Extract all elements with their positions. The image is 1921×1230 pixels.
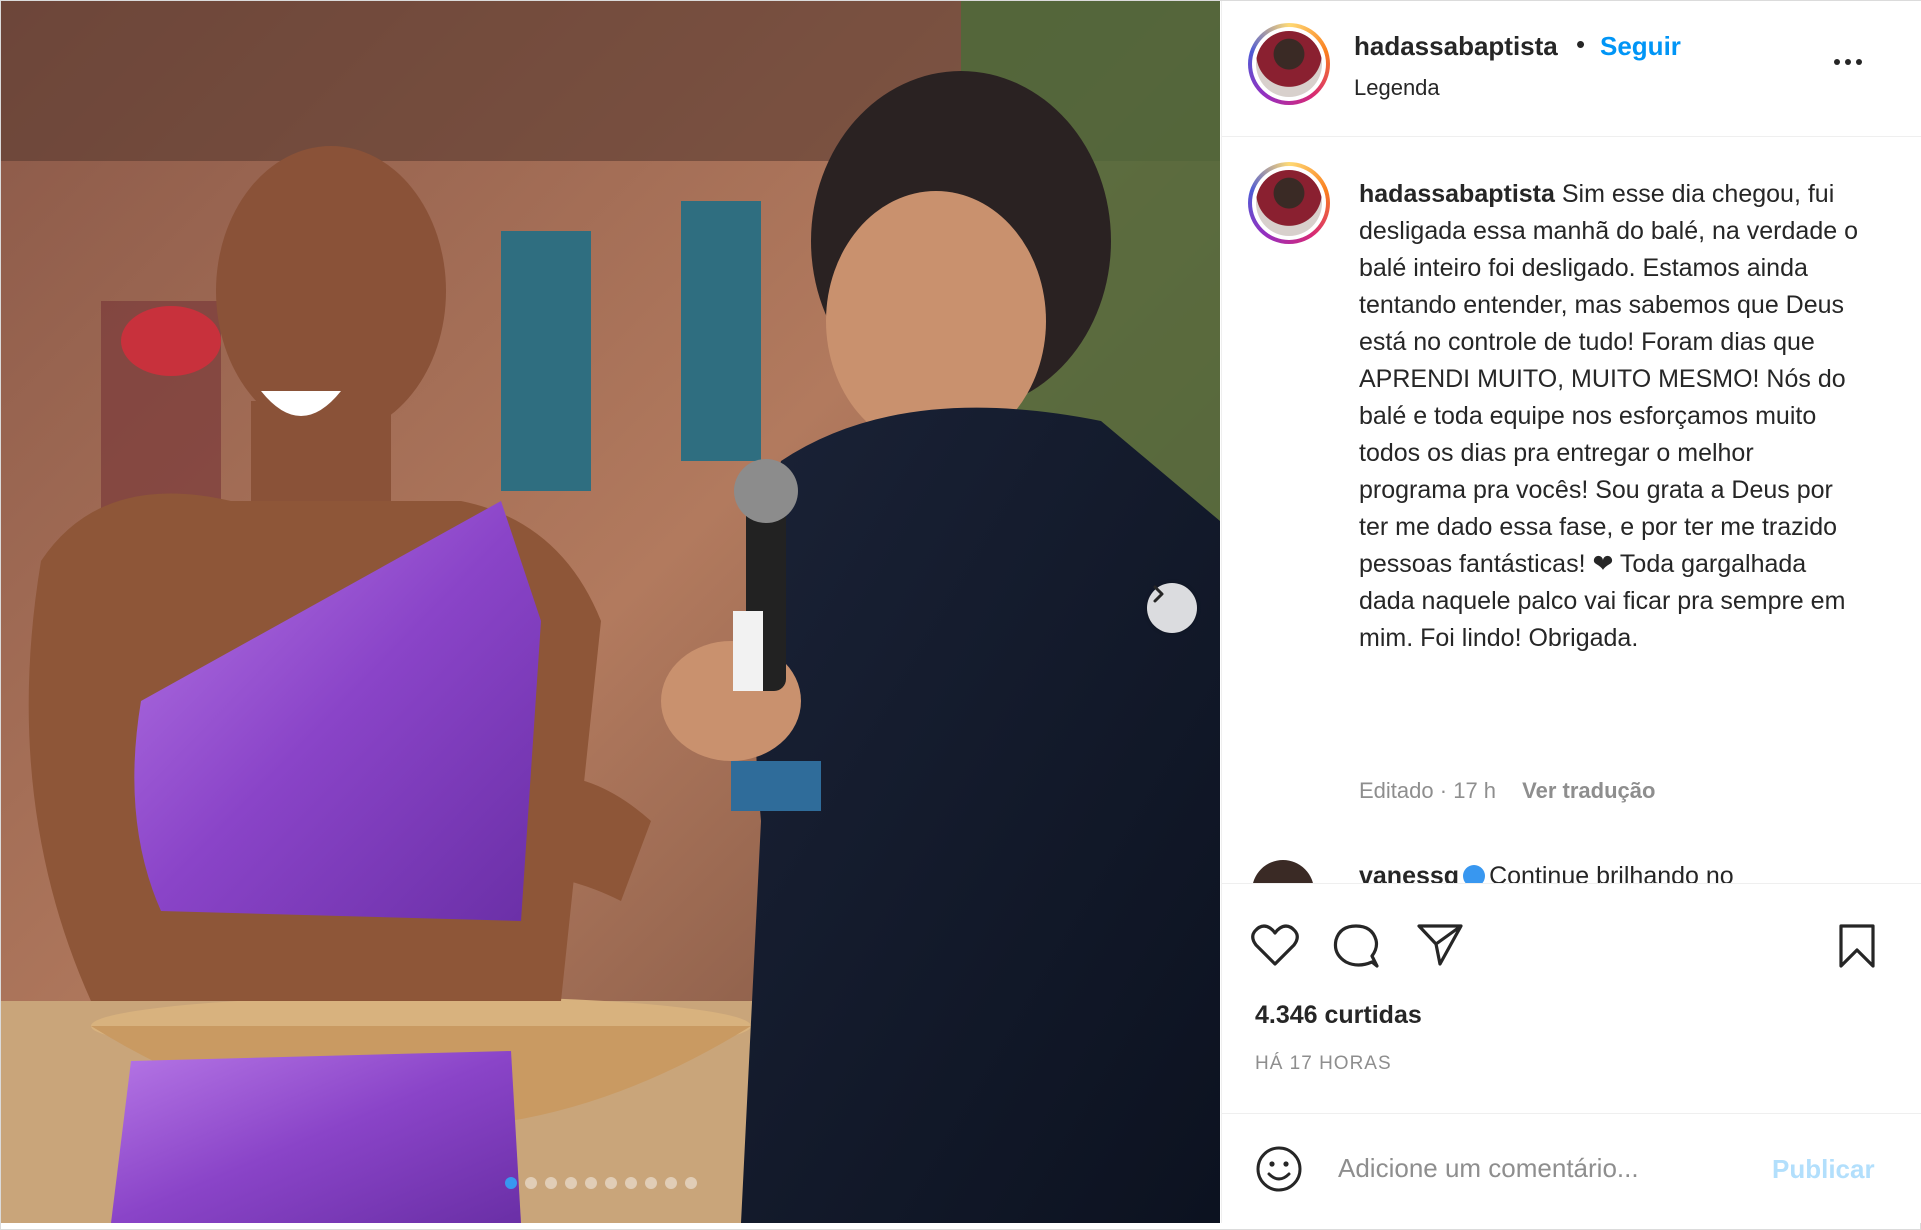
carousel-dot <box>525 1177 537 1189</box>
carousel-next-button[interactable] <box>1147 583 1197 633</box>
commenter-avatar[interactable] <box>1252 860 1314 883</box>
translate-link[interactable]: Ver tradução <box>1522 778 1655 803</box>
commenter-username[interactable]: vanessg <box>1359 862 1459 883</box>
heart-emoji: ❤ <box>1592 550 1614 578</box>
smiley-icon[interactable] <box>1254 1144 1304 1194</box>
publish-button[interactable]: Publicar <box>1772 1154 1875 1185</box>
heart-icon[interactable] <box>1250 922 1300 968</box>
caption-meta: Editado · 17 h Ver tradução <box>1359 778 1655 804</box>
likes-count[interactable]: 4.346 curtidas <box>1255 1001 1422 1030</box>
carousel-dot <box>565 1177 577 1189</box>
carousel-dot <box>645 1177 657 1189</box>
post-photo[interactable] <box>1 1 1220 1223</box>
caption-avatar[interactable] <box>1248 162 1330 244</box>
more-horizontal-icon[interactable] <box>1834 59 1862 65</box>
author-username[interactable]: hadassabaptista <box>1354 31 1558 62</box>
header-separator: • <box>1576 29 1586 59</box>
bookmark-icon[interactable] <box>1836 922 1878 970</box>
post-header: hadassabaptista • Seguir Legenda <box>1222 1 1921 137</box>
carousel-dot <box>585 1177 597 1189</box>
carousel-indicator <box>505 1177 697 1189</box>
caption-text: Sim esse dia chegou, fui desligada essa … <box>1359 180 1858 578</box>
post-timestamp: HÁ 17 HORAS <box>1255 1053 1392 1074</box>
carousel-dot <box>545 1177 557 1189</box>
post-subtitle: Legenda <box>1354 75 1440 100</box>
follow-button[interactable]: Seguir <box>1600 31 1681 62</box>
edited-label: Editado <box>1359 778 1434 803</box>
caption-username[interactable]: hadassabaptista <box>1359 180 1555 208</box>
post-side-panel: hadassabaptista • Seguir Legenda hadassa… <box>1221 1 1921 1223</box>
carousel-dot <box>665 1177 677 1189</box>
send-icon[interactable] <box>1416 922 1464 968</box>
avatar[interactable] <box>1248 23 1330 105</box>
comment-input[interactable] <box>1338 1146 1758 1190</box>
photo-illustration <box>1 1 1220 1223</box>
post-caption: hadassabaptista Sim esse dia chegou, fui… <box>1359 176 1859 657</box>
instagram-post-window: hadassabaptista • Seguir Legenda hadassa… <box>0 0 1921 1230</box>
caption-age: 17 h <box>1453 778 1497 803</box>
chevron-right-icon <box>1153 585 1164 603</box>
comment-icon[interactable] <box>1332 922 1380 970</box>
add-comment-bar: Publicar <box>1222 1113 1921 1223</box>
post-actions <box>1222 883 1921 968</box>
comment-text: Continue brilhando no <box>1489 862 1734 883</box>
carousel-dot <box>605 1177 617 1189</box>
carousel-dot <box>505 1177 517 1189</box>
meta-dot: · <box>1439 778 1448 803</box>
comment-item: vanessg Continue brilhando no <box>1252 860 1912 883</box>
comments-section: hadassabaptista Sim esse dia chegou, fui… <box>1222 138 1921 883</box>
verified-badge-icon <box>1463 865 1486 883</box>
carousel-dot <box>625 1177 637 1189</box>
carousel-dot <box>685 1177 697 1189</box>
